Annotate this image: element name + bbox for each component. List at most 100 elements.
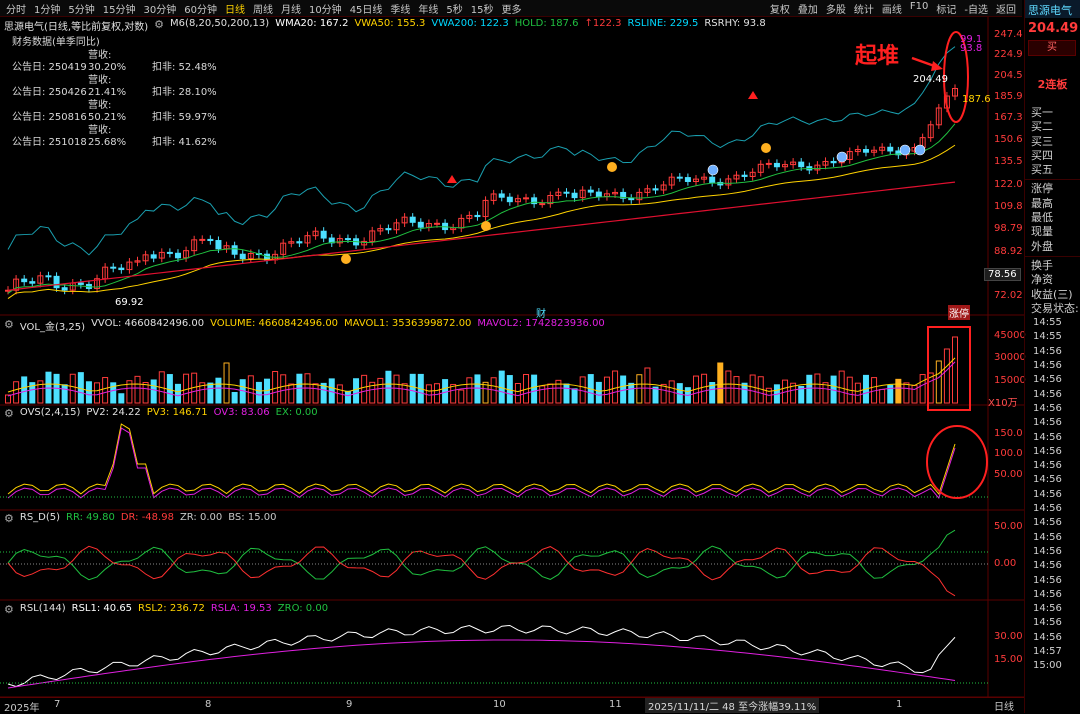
blue-signal-icon bbox=[899, 144, 911, 156]
tick-time: 14:56 bbox=[1033, 488, 1062, 500]
m6-indicator-name[interactable]: M6(8,20,50,200,13) bbox=[170, 18, 269, 33]
candle-body bbox=[563, 191, 570, 194]
orange-signal-icon bbox=[481, 221, 491, 231]
period-tab-8[interactable]: 月线 bbox=[281, 1, 301, 16]
tool-5[interactable]: F10 bbox=[910, 1, 928, 16]
tick-time: 14:56 bbox=[1033, 560, 1062, 572]
rsd-indicator-name[interactable]: RS_D(5) bbox=[20, 512, 60, 525]
volume-bar bbox=[701, 373, 708, 404]
candle-body bbox=[118, 267, 125, 271]
financial-row: 公告日: 250419营收: 30.20% 扣非: 52.48% bbox=[12, 50, 217, 75]
volume-bar bbox=[733, 376, 740, 404]
period-tab-7[interactable]: 周线 bbox=[253, 1, 273, 16]
dr-value: DR: -48.98 bbox=[120, 512, 174, 523]
ovs-indicator-name[interactable]: OVS(2,4,15) bbox=[20, 407, 81, 420]
gear-icon[interactable]: ⚙ bbox=[4, 512, 14, 525]
period-tab-6[interactable]: 日线 bbox=[225, 1, 245, 16]
candle-body bbox=[29, 281, 36, 284]
period-tab-12[interactable]: 年线 bbox=[418, 1, 438, 16]
stock-chart-title: 思源电气(日线,等比前复权,对数) bbox=[4, 22, 149, 33]
tool-1[interactable]: 叠加 bbox=[798, 1, 818, 16]
tool-7[interactable]: -自选 bbox=[964, 1, 988, 16]
tick-time: 14:57 bbox=[1033, 645, 1062, 657]
net-profit-growth: 扣非: 28.10% bbox=[152, 87, 217, 98]
blue-signal-icon bbox=[914, 144, 926, 156]
gear-icon[interactable]: ⚙ bbox=[154, 18, 164, 33]
volume-bar bbox=[531, 374, 538, 404]
gear-icon[interactable]: ⚙ bbox=[4, 407, 14, 420]
volume-bar bbox=[822, 382, 829, 404]
tool-6[interactable]: 标记 bbox=[936, 1, 956, 16]
tick-time: 14:56 bbox=[1033, 503, 1062, 515]
tick-time: 14:56 bbox=[1033, 588, 1062, 600]
period-tab-11[interactable]: 季线 bbox=[390, 1, 410, 16]
rr-line bbox=[7, 529, 956, 581]
candle-body bbox=[231, 245, 238, 255]
vol-indicator-name[interactable]: VOL_金(3,25) bbox=[20, 318, 85, 333]
rsl-indicator-name[interactable]: RSL(144) bbox=[20, 603, 66, 616]
volume-bar bbox=[474, 374, 481, 404]
period-tab-10[interactable]: 45日线 bbox=[350, 1, 383, 16]
candle-body bbox=[320, 230, 327, 239]
period-tab-0[interactable]: 分时 bbox=[6, 1, 26, 16]
tick-time: 14:56 bbox=[1033, 517, 1062, 529]
tool-2[interactable]: 多股 bbox=[826, 1, 846, 16]
volume-bar bbox=[288, 383, 295, 404]
tick-time: 14:56 bbox=[1033, 603, 1062, 615]
pv2-value: PV2: 24.22 bbox=[86, 407, 141, 418]
y-axis-label: 0.00 bbox=[994, 558, 1017, 569]
order-level: 买二 bbox=[1031, 120, 1053, 134]
volume-bar bbox=[255, 381, 262, 404]
volume-bar bbox=[312, 383, 319, 404]
orange-signal-icon bbox=[607, 162, 617, 172]
period-tab-13[interactable]: 5秒 bbox=[446, 1, 462, 16]
candle-body bbox=[773, 162, 780, 168]
range-status-bar: 2025/11/11/二 48 至今涨幅39.11% bbox=[645, 698, 820, 713]
tool-8[interactable]: 返回 bbox=[996, 1, 1016, 16]
candle-body bbox=[166, 251, 173, 254]
current-price-tag: 78.56 bbox=[984, 268, 1021, 281]
volume-bar bbox=[280, 374, 287, 404]
candle-body bbox=[862, 149, 869, 153]
period-tab-3[interactable]: 15分钟 bbox=[103, 1, 136, 16]
buy-button[interactable]: 买 bbox=[1028, 40, 1076, 56]
orange-signal-icon bbox=[761, 143, 771, 153]
vwa200-line bbox=[7, 181, 956, 291]
stock-name[interactable]: 思源电气 bbox=[1025, 0, 1080, 18]
volume-bar bbox=[749, 374, 756, 404]
orange-signal-icon bbox=[341, 254, 351, 264]
order-level: 买三 bbox=[1031, 134, 1053, 148]
volume-bar bbox=[174, 383, 181, 404]
candle-body bbox=[741, 174, 748, 177]
tick-time: 14:56 bbox=[1033, 402, 1062, 414]
candle-body bbox=[474, 214, 481, 218]
period-tab-1[interactable]: 1分钟 bbox=[34, 1, 60, 16]
tool-3[interactable]: 统计 bbox=[854, 1, 874, 16]
volume-bar bbox=[579, 376, 586, 404]
candle-body bbox=[433, 222, 440, 225]
candle-body bbox=[199, 238, 206, 241]
announce-date: 公告日: 250419 bbox=[12, 62, 87, 73]
period-tab-9[interactable]: 10分钟 bbox=[309, 1, 342, 16]
volume-bar bbox=[118, 393, 125, 404]
gear-icon[interactable]: ⚙ bbox=[4, 318, 14, 333]
y-axis-label: 15.00 bbox=[994, 654, 1023, 665]
candle-body bbox=[385, 228, 392, 231]
period-tab-2[interactable]: 5分钟 bbox=[68, 1, 94, 16]
period-toolbar: 分时 1分钟 5分钟 15分钟 30分钟 60分钟 日线 周线 月线 10分钟 45日线 季线 年线 5秒… bbox=[0, 0, 1022, 17]
period-tab-15[interactable]: 更多 bbox=[502, 1, 522, 16]
tool-4[interactable]: 画线 bbox=[882, 1, 902, 16]
candle-body bbox=[798, 161, 805, 168]
hold-price-label: 187.6 bbox=[962, 94, 991, 105]
quote-field: 最高 bbox=[1031, 196, 1053, 210]
tool-0[interactable]: 复权 bbox=[770, 1, 790, 16]
wma20-value: WMA20: 167.2 bbox=[275, 18, 349, 29]
volume-bar bbox=[895, 378, 902, 404]
gear-icon[interactable]: ⚙ bbox=[4, 603, 14, 616]
candle-body bbox=[652, 188, 659, 191]
period-tab-5[interactable]: 60分钟 bbox=[184, 1, 217, 16]
period-tab-4[interactable]: 30分钟 bbox=[143, 1, 176, 16]
period-tab-14[interactable]: 15秒 bbox=[471, 1, 494, 16]
hold-sep-value: ↑122.3 bbox=[584, 18, 622, 29]
volume-bar bbox=[628, 382, 635, 404]
